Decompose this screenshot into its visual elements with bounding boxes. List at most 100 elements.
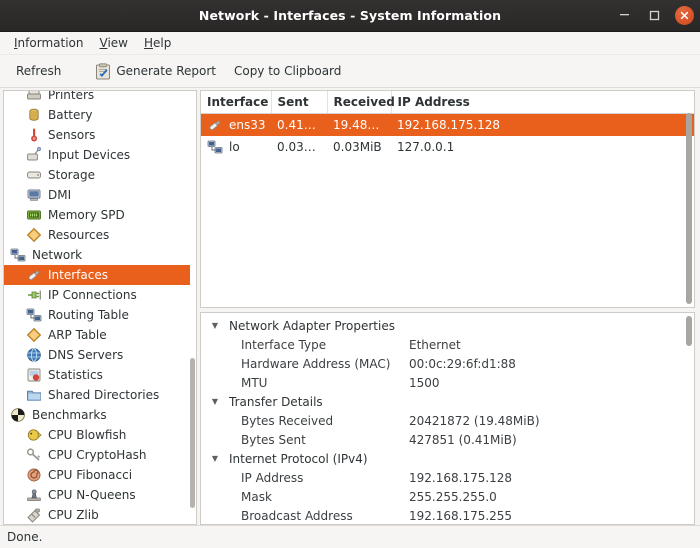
sidebar-item-memory-spd[interactable]: Memory SPD: [4, 205, 196, 225]
maximize-button[interactable]: [645, 7, 663, 25]
thermometer-icon: [26, 127, 42, 143]
sidebar-item-ip-connections[interactable]: IP Connections: [4, 285, 196, 305]
menu-view[interactable]: View: [91, 34, 135, 52]
property-group-header[interactable]: ▼Network Adapter Properties: [201, 316, 694, 335]
sidebar-item-cpu-cryptohash[interactable]: CPU CryptoHash: [4, 445, 196, 465]
menu-information[interactable]: Information: [6, 34, 91, 52]
property-label: IP Address: [201, 471, 409, 485]
table-scrollbar[interactable]: [686, 113, 692, 304]
sidebar-tree[interactable]: PrintersBatterySensors Input Devices Stora…: [4, 90, 196, 524]
sidebar-item-label: CPU Zlib: [48, 508, 99, 522]
property-value: 1500: [409, 376, 440, 390]
sidebar-item-dns-servers[interactable]: DNS Servers: [4, 345, 196, 365]
cell-received: 19.48MiB: [327, 114, 391, 137]
generate-report-button[interactable]: Generate Report: [87, 60, 224, 83]
table-row[interactable]: lo0.03MiB0.03MiB127.0.0.1: [201, 136, 694, 158]
sidebar-item-input-devices[interactable]: Input Devices: [4, 145, 196, 165]
sidebar-item-storage[interactable]: Storage: [4, 165, 196, 185]
property-group-title: Transfer Details: [223, 395, 323, 409]
fish-icon: [26, 427, 42, 443]
interfaces-table: InterfaceSentReceivedIP Address ens330.4…: [201, 91, 694, 158]
property-group-title: Network Adapter Properties: [223, 319, 395, 333]
sidebar-item-label: CPU N-Queens: [48, 488, 136, 502]
memory-chip-icon: [26, 207, 42, 223]
sidebar-scrollbar[interactable]: [190, 93, 195, 525]
minimize-button[interactable]: [615, 4, 633, 27]
property-value: 192.168.175.128: [409, 471, 512, 485]
close-button[interactable]: [675, 6, 694, 25]
sidebar-item-label: Benchmarks: [32, 408, 107, 422]
sidebar-item-label: Interfaces: [48, 268, 108, 282]
column-header-received[interactable]: Received: [327, 91, 391, 114]
table-row[interactable]: ens330.41MiB19.48MiB192.168.175.128: [201, 114, 694, 137]
copy-to-clipboard-button[interactable]: Copy to Clipboard: [226, 61, 349, 81]
sidebar-item-label: Resources: [48, 228, 109, 242]
sidebar-item-label: Storage: [48, 168, 95, 182]
sidebar-item-resources[interactable]: Resources: [4, 225, 196, 245]
plug-icon: [26, 267, 42, 283]
main-content: PrintersBatterySensors Input Devices Stora…: [0, 88, 700, 525]
chevron-down-icon[interactable]: ▼: [207, 397, 223, 406]
sidebar-item-label: Input Devices: [48, 148, 130, 162]
menu-information-label: nformation: [18, 36, 84, 50]
properties-scrollbar-thumb[interactable]: [686, 316, 692, 346]
table-scrollbar-thumb[interactable]: [686, 113, 692, 304]
menu-view-label: iew: [107, 36, 128, 50]
window-title: Network - Interfaces - System Informatio…: [0, 8, 700, 23]
sidebar-item-cpu-blowfish[interactable]: CPU Blowfish: [4, 425, 196, 445]
sidebar-item-sensors[interactable]: Sensors: [4, 125, 196, 145]
benchmark-icon: [10, 407, 26, 423]
chevron-down-icon[interactable]: ▼: [207, 454, 223, 463]
chevron-down-icon[interactable]: ▼: [207, 321, 223, 330]
sidebar-item-cpu-n-queens[interactable]: CPU N-Queens: [4, 485, 196, 505]
properties-scrollbar[interactable]: [686, 316, 692, 346]
property-label: MTU: [201, 376, 409, 390]
sidebar-item-cpu-zlib[interactable]: CPU Zlib: [4, 505, 196, 524]
sidebar-item-dmi[interactable]: DMI: [4, 185, 196, 205]
table-body: ens330.41MiB19.48MiB192.168.175.128lo0.0…: [201, 114, 694, 159]
close-icon: [680, 11, 689, 20]
sidebar-scrollbar-thumb[interactable]: [190, 358, 195, 508]
menu-help-label: elp: [153, 36, 171, 50]
queen-icon: [26, 487, 42, 503]
sidebar-item-label: DMI: [48, 188, 71, 202]
sidebar-item-printers[interactable]: Printers: [4, 90, 196, 105]
menu-help[interactable]: Help: [136, 34, 179, 52]
refresh-button[interactable]: Refresh: [8, 61, 69, 81]
interfaces-table-panel: InterfaceSentReceivedIP Address ens330.4…: [200, 90, 695, 308]
menu-bar: Information View Help: [0, 32, 700, 55]
property-label: Mask: [201, 490, 409, 504]
column-header-interface[interactable]: Interface: [201, 91, 271, 114]
property-value: 255.255.255.0: [409, 490, 497, 504]
property-label: Bytes Sent: [201, 433, 409, 447]
sidebar-item-label: CPU Blowfish: [48, 428, 126, 442]
sidebar-item-routing-table[interactable]: Routing Table: [4, 305, 196, 325]
sidebar-item-shared-directories[interactable]: Shared Directories: [4, 385, 196, 405]
cell-ip-address: 127.0.0.1: [391, 136, 694, 158]
refresh-label: Refresh: [16, 64, 61, 78]
property-label: Interface Type: [201, 338, 409, 352]
column-header-ip-address[interactable]: IP Address: [391, 91, 694, 114]
sidebar-item-battery[interactable]: Battery: [4, 105, 196, 125]
sidebar-item-network[interactable]: Network: [4, 245, 196, 265]
properties-panel: ▼Network Adapter PropertiesInterface Typ…: [200, 312, 695, 525]
storage-icon: [26, 167, 42, 183]
sidebar-item-interfaces[interactable]: Interfaces: [4, 265, 190, 285]
column-header-sent[interactable]: Sent: [271, 91, 327, 114]
property-group-header[interactable]: ▼Internet Protocol (IPv4): [201, 449, 694, 468]
sidebar-item-label: Memory SPD: [48, 208, 125, 222]
keys-icon: [26, 447, 42, 463]
sidebar-item-benchmarks[interactable]: Benchmarks: [4, 405, 196, 425]
sidebar-item-statistics[interactable]: Statistics: [4, 365, 196, 385]
network-icon: [10, 247, 26, 263]
property-group-header[interactable]: ▼Transfer Details: [201, 392, 694, 411]
connector-icon: [26, 287, 42, 303]
property-label: Bytes Received: [201, 414, 409, 428]
title-bar[interactable]: Network - Interfaces - System Informatio…: [0, 0, 700, 32]
sidebar-item-label: CPU CryptoHash: [48, 448, 147, 462]
property-row: Mask255.255.255.0: [201, 487, 694, 506]
sidebar-item-cpu-fibonacci[interactable]: CPU Fibonacci: [4, 465, 196, 485]
sidebar-item-arp-table[interactable]: ARP Table: [4, 325, 196, 345]
sidebar-item-label: DNS Servers: [48, 348, 123, 362]
sidebar-item-label: Shared Directories: [48, 388, 159, 402]
